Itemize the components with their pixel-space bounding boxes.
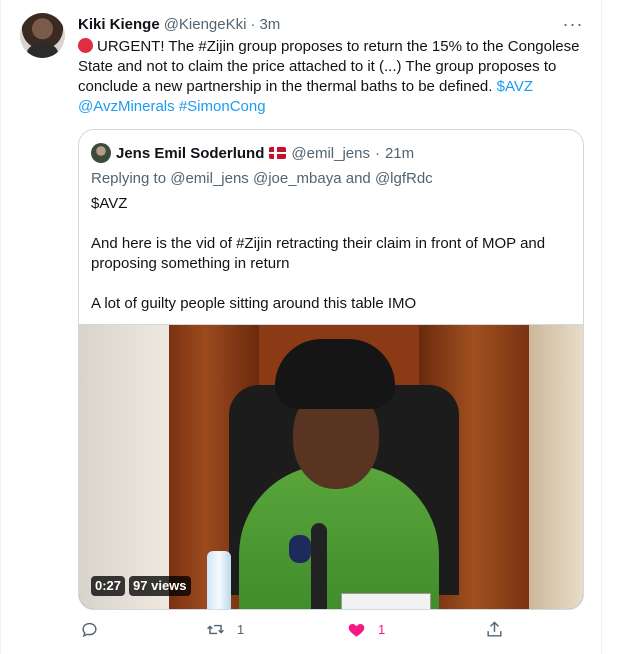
video-player[interactable]: 0:27 97 views bbox=[79, 324, 583, 609]
retweet-count: 1 bbox=[237, 622, 245, 637]
cashtag-link[interactable]: $AVZ bbox=[497, 78, 533, 95]
more-options-icon[interactable]: ··· bbox=[561, 14, 585, 34]
timeline-border-right bbox=[601, 0, 602, 654]
quoted-tweet-text: $AVZ And here is the vid of #Zijin retra… bbox=[91, 194, 571, 314]
author-name[interactable]: Kiki Kienge bbox=[78, 16, 160, 33]
like-count: 1 bbox=[378, 622, 386, 637]
retweet-button[interactable]: 1 bbox=[206, 620, 244, 639]
separator-dot: · bbox=[250, 15, 256, 33]
video-duration-badge: 0:27 bbox=[91, 576, 126, 596]
share-button[interactable] bbox=[485, 620, 504, 639]
tweet-actions: 1 1 bbox=[78, 620, 508, 644]
mention-link[interactable]: @AvzMinerals bbox=[78, 98, 175, 115]
reply-icon bbox=[82, 622, 97, 638]
quoted-tweet-header: Jens Emil Soderlund @emil_jens · 21m bbox=[91, 143, 414, 163]
heart-icon bbox=[348, 623, 365, 637]
quoted-paragraph: $AVZ bbox=[91, 195, 128, 212]
author-handle[interactable]: @KiengeKki bbox=[164, 16, 247, 33]
hashtag-link[interactable]: #SimonCong bbox=[179, 98, 266, 115]
quoted-paragraph: And here is the vid of #Zijin retracting… bbox=[91, 235, 546, 272]
tweet-text: URGENT! The #Zijin group proposes to ret… bbox=[78, 37, 588, 117]
retweet-icon bbox=[207, 624, 224, 635]
red-circle-emoji-icon bbox=[78, 38, 93, 53]
tweet-header: Kiki Kienge @KiengeKki · 3m bbox=[78, 13, 280, 35]
quoted-author-handle: @emil_jens bbox=[291, 144, 370, 162]
quoted-tweet-timestamp: 21m bbox=[384, 144, 415, 162]
separator-dot: · bbox=[374, 144, 380, 162]
replying-to-label: Replying to @emil_jens @joe_mbaya and @l… bbox=[91, 170, 433, 187]
video-badges: 0:27 97 views bbox=[91, 576, 191, 596]
video-views-badge: 97 views bbox=[129, 576, 191, 596]
like-button[interactable]: 1 bbox=[347, 620, 385, 639]
denmark-flag-icon bbox=[269, 147, 287, 159]
quoted-tweet[interactable]: Jens Emil Soderlund @emil_jens · 21m Rep… bbox=[78, 129, 584, 610]
tweet-timestamp[interactable]: 3m bbox=[259, 16, 280, 33]
quoted-paragraph: A lot of guilty people sitting around th… bbox=[91, 295, 417, 312]
timeline-border-left bbox=[0, 0, 1, 654]
quoted-author-avatar bbox=[91, 143, 111, 163]
quoted-author-name: Jens Emil Soderlund bbox=[116, 144, 265, 162]
author-avatar[interactable] bbox=[20, 13, 65, 58]
reply-button[interactable] bbox=[80, 620, 111, 639]
share-icon bbox=[487, 621, 502, 637]
